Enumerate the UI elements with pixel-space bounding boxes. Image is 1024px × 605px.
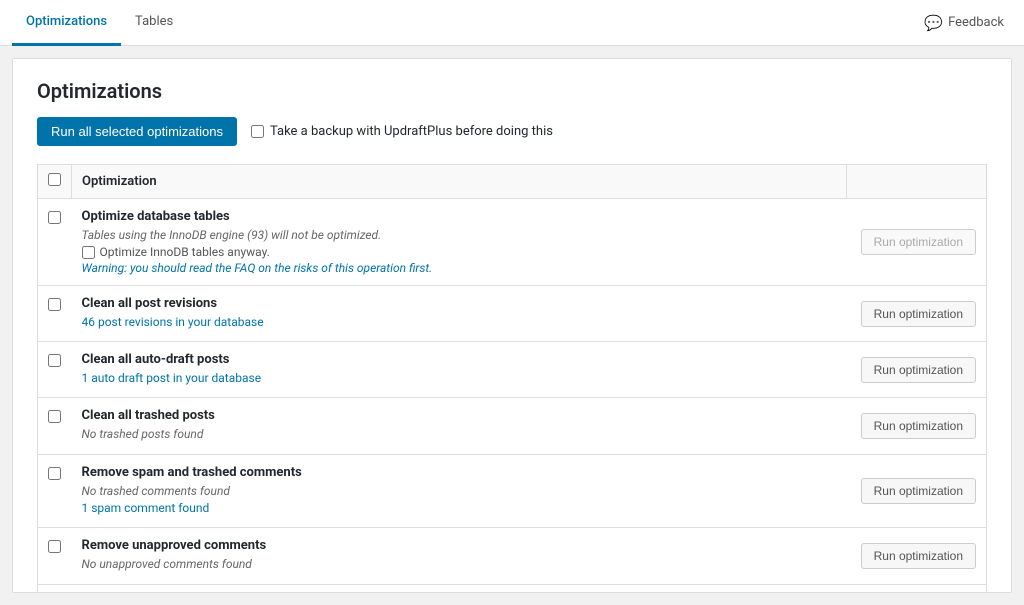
run-optimization-button[interactable]: Run optimization <box>861 478 976 504</box>
app-container: Optimizations Tables 💬 Feedback Optimiza… <box>0 0 1024 605</box>
row-content: Optimize database tables Tables using the… <box>72 199 847 286</box>
row-action-cell: Run optimization <box>847 342 987 398</box>
row-action-cell: Run optimization <box>847 528 987 585</box>
opt-link[interactable]: 1 auto draft post in your database <box>82 371 262 385</box>
row-content: Remove unapproved comments No unapproved … <box>72 528 847 585</box>
row-checkbox[interactable] <box>48 211 61 224</box>
table-row: Clean all trashed posts No trashed posts … <box>38 398 987 455</box>
row-checkbox[interactable] <box>48 354 61 367</box>
row-check-cell <box>38 199 72 286</box>
run-optimization-button[interactable]: Run optimization <box>861 229 976 255</box>
row-check-cell <box>38 342 72 398</box>
opt-name: Optimize database tables <box>82 209 230 224</box>
select-all-header <box>38 165 72 199</box>
run-optimization-button[interactable]: Run optimization <box>861 357 976 383</box>
row-checkbox[interactable] <box>48 410 61 423</box>
feedback-button[interactable]: 💬 Feedback <box>916 0 1012 45</box>
row-check-cell <box>38 286 72 342</box>
row-action-cell: Run optimization <box>847 398 987 455</box>
row-check-cell <box>38 455 72 528</box>
tab-bar-tabs: Optimizations Tables <box>12 0 916 45</box>
select-all-checkbox[interactable] <box>48 173 61 186</box>
opt-name: Remove spam and trashed comments <box>82 465 302 480</box>
row-action-cell: Run optimization <box>847 286 987 342</box>
row-checkbox[interactable] <box>48 467 61 480</box>
row-content: Remove spam and trashed comments No trash… <box>72 455 847 528</box>
opt-desc: No trashed posts found <box>82 427 837 441</box>
row-content: iRemove expired transient options0 of 19… <box>72 585 847 594</box>
toolbar: Run all selected optimizations Take a ba… <box>37 117 987 146</box>
table-row: Remove spam and trashed comments No trash… <box>38 455 987 528</box>
opt-desc: Tables using the InnoDB engine (93) will… <box>82 228 837 242</box>
opt-warning-link[interactable]: Warning: you should read the FAQ on the … <box>82 261 837 275</box>
run-optimization-button[interactable]: Run optimization <box>861 413 976 439</box>
row-content: Clean all post revisions 46 post revision… <box>72 286 847 342</box>
opt-link[interactable]: 46 post revisions in your database <box>82 315 264 329</box>
opt-link[interactable]: 1 spam comment found <box>82 501 210 515</box>
row-action-cell: Run optimization <box>847 455 987 528</box>
action-header <box>847 165 987 199</box>
opt-name: Clean all post revisions <box>82 296 218 311</box>
row-action-cell: Run optimization <box>847 585 987 594</box>
backup-checkbox[interactable] <box>251 125 264 138</box>
run-optimization-button[interactable]: Run optimization <box>861 301 976 327</box>
row-checkbox[interactable] <box>48 540 61 553</box>
optimizations-table: Optimization Optimize database tables Tab… <box>37 164 987 593</box>
tab-tables[interactable]: Tables <box>121 0 187 46</box>
tab-bar: Optimizations Tables 💬 Feedback <box>0 0 1024 46</box>
row-content: Clean all auto-draft posts 1 auto draft p… <box>72 342 847 398</box>
opt-desc: No unapproved comments found <box>82 557 837 571</box>
row-check-cell <box>38 398 72 455</box>
feedback-icon: 💬 <box>924 14 943 32</box>
backup-checkbox-label[interactable]: Take a backup with UpdraftPlus before do… <box>251 124 553 139</box>
table-row: Optimize database tables Tables using the… <box>38 199 987 286</box>
main-content: Optimizations Run all selected optimizat… <box>12 58 1012 593</box>
row-check-cell <box>38 585 72 594</box>
row-check-cell <box>38 528 72 585</box>
feedback-label: Feedback <box>948 15 1004 30</box>
row-action-cell: Run optimization <box>847 199 987 286</box>
tab-optimizations[interactable]: Optimizations <box>12 0 121 46</box>
table-row: Clean all post revisions 46 post revision… <box>38 286 987 342</box>
run-optimization-button[interactable]: Run optimization <box>861 543 976 569</box>
opt-desc: No trashed comments found <box>82 484 837 498</box>
opt-name: Clean all trashed posts <box>82 408 215 423</box>
sub-check-label: Optimize InnoDB tables anyway. <box>100 245 270 259</box>
row-content: Clean all trashed posts No trashed posts … <box>72 398 847 455</box>
table-row: iRemove expired transient options0 of 19… <box>38 585 987 594</box>
optimization-header: Optimization <box>72 165 847 199</box>
opt-name: Remove unapproved comments <box>82 538 267 553</box>
table-row: Remove unapproved comments No unapproved … <box>38 528 987 585</box>
page-title: Optimizations <box>37 79 987 103</box>
opt-name: Clean all auto-draft posts <box>82 352 230 367</box>
run-all-button[interactable]: Run all selected optimizations <box>37 117 237 146</box>
table-row: Clean all auto-draft posts 1 auto draft p… <box>38 342 987 398</box>
sub-checkbox[interactable] <box>82 246 95 259</box>
row-checkbox[interactable] <box>48 298 61 311</box>
